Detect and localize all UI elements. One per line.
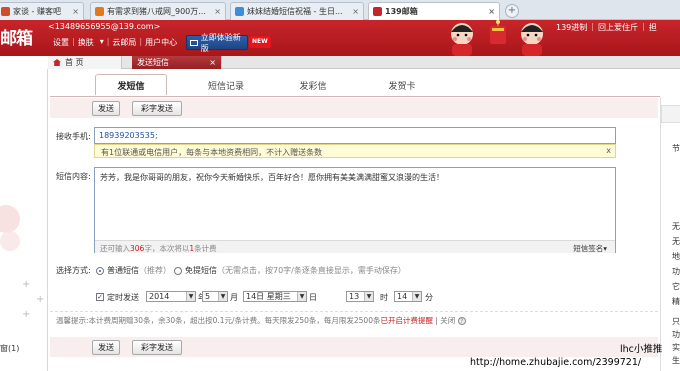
close-icon[interactable]: ×	[485, 7, 495, 16]
normal-sms-radio[interactable]	[96, 267, 104, 275]
color-send-button[interactable]: 彩字发送	[132, 101, 182, 116]
settings-link[interactable]: 设置	[50, 37, 72, 48]
logo: 邮箱	[0, 29, 33, 49]
new-badge: NEW	[249, 36, 271, 48]
send-button[interactable]: 发送	[92, 101, 120, 116]
try-new-version-button[interactable]: 立即体验新版	[186, 33, 248, 53]
plus-icon: +	[22, 309, 31, 320]
user-address: <13489656955@139.com>	[48, 22, 161, 31]
flash-sms-label: 免提短信	[185, 266, 217, 275]
page-tab-bar: 首 页 发送短信 ×	[48, 56, 680, 69]
tab-favicon-icon	[1, 7, 10, 16]
message-textarea[interactable]: 芳芳，我是你哥哥的朋友，祝你今天新婚快乐，百年好合！愿你拥有美美满满甜蜜又浪漫的…	[94, 167, 616, 253]
chevron-down-icon: ▼	[297, 292, 306, 301]
close-icon[interactable]: x	[606, 146, 611, 155]
flash-sms-radio[interactable]	[174, 267, 182, 275]
close-icon[interactable]: ×	[211, 7, 221, 16]
help-icon[interactable]: ?	[457, 317, 466, 325]
billing-reminder-link[interactable]: 已开启计费提醒	[380, 316, 433, 325]
timed-send-label: 定时发送	[107, 293, 139, 302]
left-sidebar: + + +	[0, 69, 48, 371]
watermark-url: http://home.zhubajie.com/2399721/	[470, 357, 642, 368]
minute-select[interactable]: 14 ▼	[394, 291, 422, 302]
header-right-link-3[interactable]: 担	[649, 22, 657, 33]
bottom-toolbar: 发送 彩字发送	[50, 337, 658, 357]
left-folder-item[interactable]: 窗(1)	[0, 343, 19, 354]
chevron-down-icon: ▾	[99, 37, 104, 46]
plus-icon: +	[22, 279, 31, 290]
browser-tab-strip: 家谈 - 赚客吧 × 有需求到猪八戒网_900万... × 妹妹结婚短信祝福 -…	[0, 0, 680, 20]
header-links: 设置 | 换肤 ▾ | 云邮局 | 用户中心	[50, 37, 180, 48]
header-right-link-1[interactable]: 139进制	[556, 22, 587, 33]
recipient-input[interactable]: 18939203535;	[94, 127, 616, 144]
color-send-button-bottom[interactable]: 彩字发送	[132, 340, 182, 355]
header-right-links: 139进制 | 回上爱住斤 | 担	[556, 22, 657, 33]
flower-decoration-icon	[0, 205, 20, 251]
mode-label: 选择方式:	[56, 266, 91, 275]
browser-tab-1[interactable]: 家谈 - 赚客吧 ×	[0, 2, 84, 20]
skin-link[interactable]: 换肤	[75, 37, 97, 48]
browser-tab-2[interactable]: 有需求到猪八戒网_900万... ×	[90, 2, 226, 20]
tab-favicon-icon	[373, 7, 382, 16]
tab-sms-records[interactable]: 短信记录	[190, 75, 262, 96]
timed-send-checkbox[interactable]: ✓	[96, 293, 104, 301]
message-counter: 还可输入306字，本次将以1条计费 短信签名▾	[95, 240, 615, 253]
tab-send-sms[interactable]: 发送短信 ×	[132, 56, 222, 69]
close-icon[interactable]: ×	[209, 58, 216, 67]
chevron-down-icon: ▼	[186, 292, 195, 301]
send-button-bottom[interactable]: 发送	[92, 340, 120, 355]
cloud-post-link[interactable]: 云邮局	[109, 37, 139, 48]
chevron-down-icon: ▼	[218, 292, 227, 301]
year-select[interactable]: 2014 ▼	[146, 291, 196, 302]
content-label: 短信内容:	[56, 172, 91, 181]
sms-compose-form: 发送 彩字发送 接收手机: 18939203535; 有1位联通或电信用户，每条…	[50, 97, 660, 371]
chevron-down-icon: ▾	[603, 244, 607, 253]
recipient-hint: 有1位联通或电信用户，每条与本地资费相同，不计入赠送条数 x	[94, 144, 616, 158]
home-icon	[53, 59, 61, 66]
message-text: 芳芳，我是你哥哥的朋友，祝你今天新婚快乐，百年好合！愿你拥有美美满满甜蜜又浪漫的…	[100, 173, 444, 182]
sms-subtabs: 发短信 短信记录 发彩信 发贺卡	[50, 72, 660, 96]
browser-tab-4[interactable]: 139邮箱 ×	[368, 2, 500, 20]
tab-send-sms-sub[interactable]: 发短信	[95, 74, 167, 95]
remaining-chars: 306	[130, 244, 145, 253]
new-tab-button[interactable]: +	[505, 4, 519, 18]
signature-dropdown[interactable]: 短信签名▾	[573, 243, 607, 254]
browser-tab-3[interactable]: 妹妹结婚短信祝福 - 生日... ×	[230, 2, 364, 20]
tab-home[interactable]: 首 页	[48, 56, 122, 69]
festive-decoration-icon	[451, 20, 543, 56]
tab-favicon-icon	[235, 7, 244, 16]
day-select[interactable]: 14日 星期三 ▼	[243, 291, 307, 302]
close-tip-link[interactable]: 关闭	[440, 316, 455, 325]
tab-favicon-icon	[95, 7, 104, 16]
month-select[interactable]: 5 ▼	[202, 291, 228, 302]
chevron-down-icon: ▼	[364, 292, 373, 301]
normal-sms-label: 普通短信	[107, 266, 139, 275]
hour-select[interactable]: 13 ▼	[346, 291, 374, 302]
close-icon[interactable]: ×	[69, 7, 79, 16]
plus-icon: +	[36, 294, 45, 305]
chevron-down-icon: ▼	[412, 292, 421, 301]
right-panel-header	[661, 105, 680, 123]
user-center-link[interactable]: 用户中心	[142, 37, 180, 48]
app-header: 邮箱 <13489656955@139.com> 设置 | 换肤 ▾ | 云邮局 | 用…	[0, 20, 680, 56]
monitor-icon	[190, 39, 198, 46]
tab-send-mms[interactable]: 发彩信	[277, 75, 349, 96]
recipient-label: 接收手机:	[56, 132, 91, 141]
header-right-link-2[interactable]: 回上爱住斤	[598, 22, 638, 33]
top-toolbar: 发送 彩字发送	[50, 98, 658, 118]
tab-send-card[interactable]: 发贺卡	[366, 75, 438, 96]
watermark-name: lhc小推推	[620, 344, 663, 355]
billing-tip: 温馨提示:本计费周期赠30条，余30条，超出按0.1元/条计费。每天限发250条…	[50, 311, 658, 325]
close-icon[interactable]: ×	[349, 7, 359, 16]
